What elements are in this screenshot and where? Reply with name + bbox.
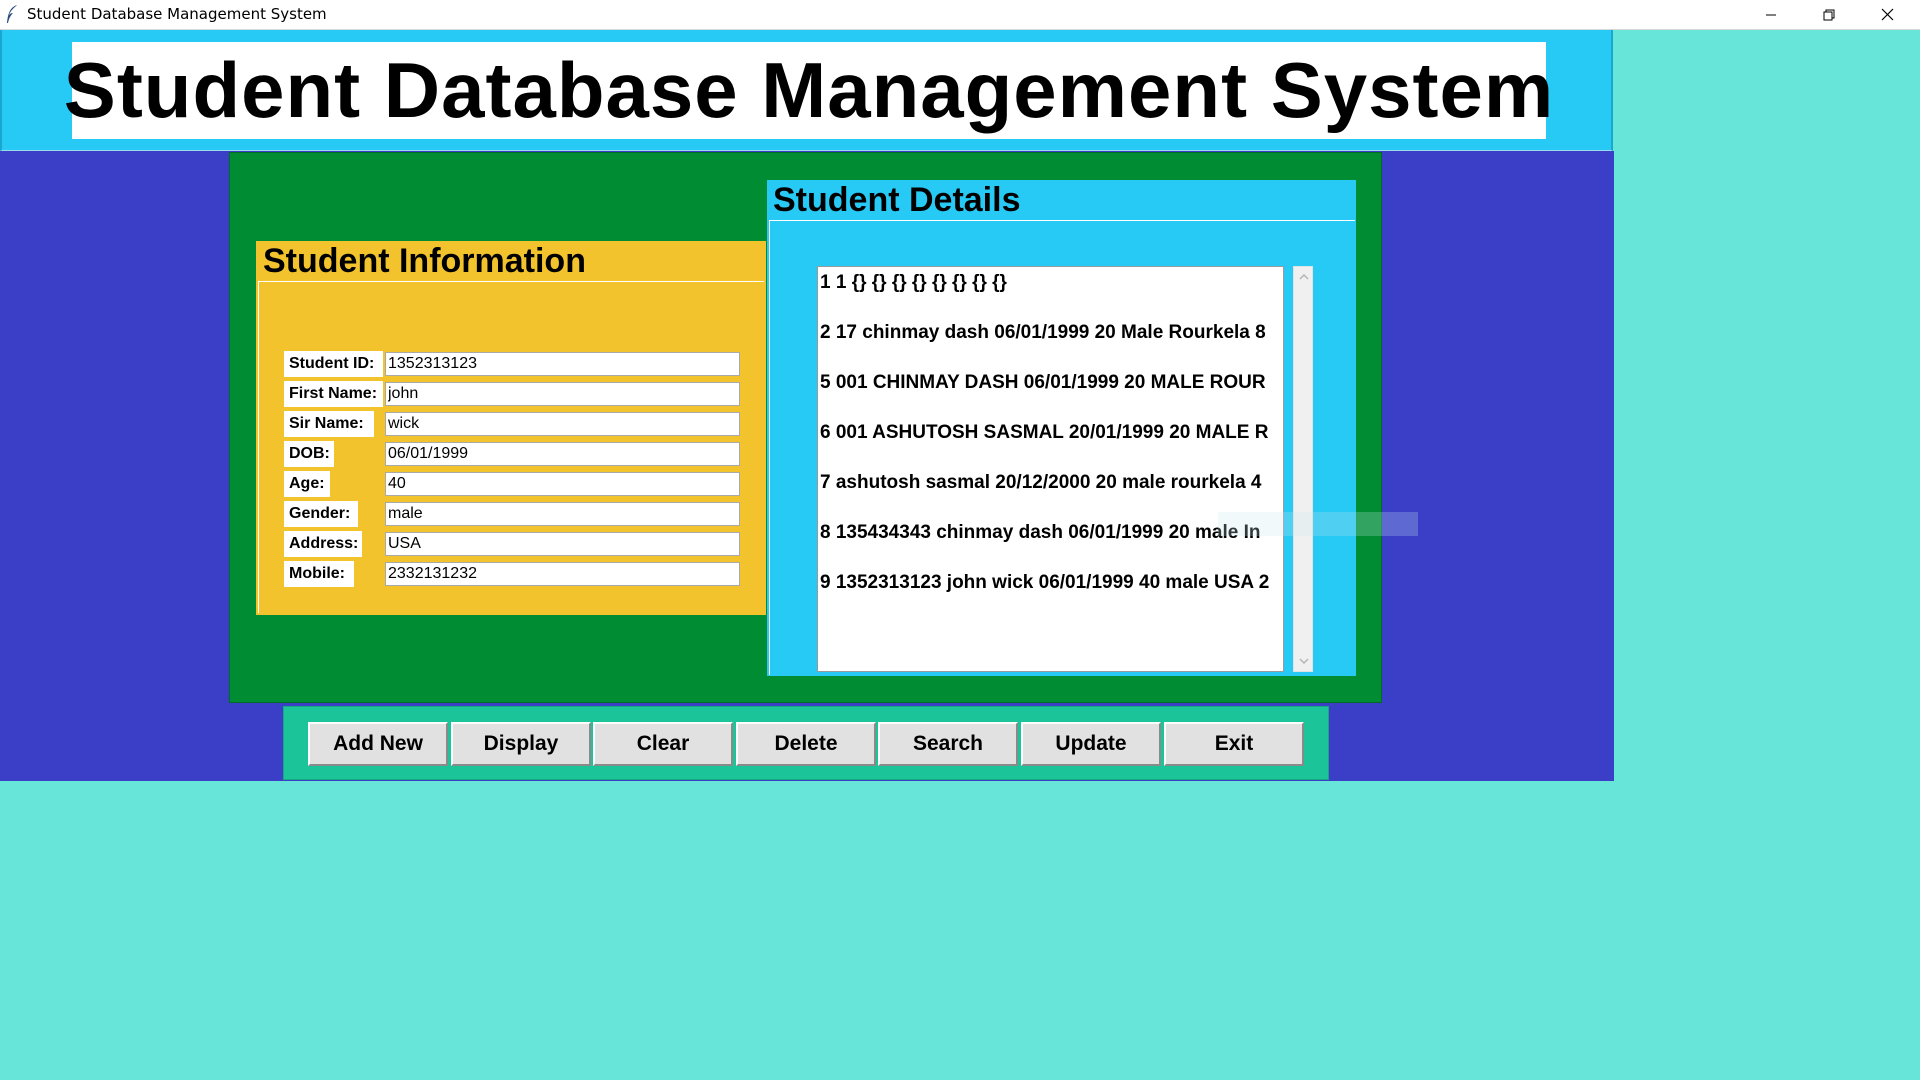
list-item[interactable]: 7 ashutosh sasmal 20/12/2000 20 male rou… [820,468,1262,498]
student-information-panel: Student Information Student ID: First Na… [256,241,766,615]
window-title: Student Database Management System [27,5,327,23]
dob-input[interactable] [385,442,740,466]
student-id-input[interactable] [385,352,740,376]
student-records-list[interactable]: 1 1 {} {} {} {} {} {} {} {} 2 17 chinmay… [817,266,1284,672]
age-label: Age: [284,471,330,497]
window-title-bar: Student Database Management System [0,0,1920,30]
close-icon [1881,8,1893,21]
list-item[interactable]: 1 1 {} {} {} {} {} {} {} {} [820,268,1007,298]
student-details-title: Student Details [773,180,1033,220]
sir-name-input[interactable] [385,412,740,436]
close-button[interactable] [1858,0,1916,29]
screen-snip-overlay [1218,512,1418,536]
chevron-down-icon[interactable] [1298,655,1310,667]
action-button-bar: Add New Display Clear Delete Search Upda… [283,706,1329,780]
records-scrollbar[interactable] [1293,266,1313,672]
dob-label: DOB: [284,441,334,467]
first-name-input[interactable] [385,382,740,406]
minimize-button[interactable] [1742,0,1800,29]
student-details-panel: Student Details 1 1 {} {} {} {} {} {} {}… [767,180,1356,676]
list-item[interactable]: 6 001 ASHUTOSH SASMAL 20/01/1999 20 MALE… [820,418,1268,448]
mobile-input[interactable] [385,562,740,586]
student-information-title: Student Information [263,241,598,281]
address-input[interactable] [385,532,740,556]
restore-button[interactable] [1800,0,1858,29]
list-item[interactable]: 9 1352313123 john wick 06/01/1999 40 mal… [820,568,1269,598]
exit-button[interactable]: Exit [1164,722,1304,766]
search-button[interactable]: Search [878,722,1018,766]
header-title-box: Student Database Management System [64,42,1553,139]
gender-input[interactable] [385,502,740,526]
first-name-label: First Name: [284,381,383,407]
gender-label: Gender: [284,501,358,527]
list-item[interactable]: 8 135434343 chinmay dash 06/01/1999 20 m… [820,518,1260,548]
update-button[interactable]: Update [1021,722,1161,766]
chevron-up-icon[interactable] [1298,271,1310,283]
page-title: Student Database Management System [63,46,1555,134]
sir-name-label: Sir Name: [284,411,374,437]
add-new-button[interactable]: Add New [308,722,448,766]
list-item[interactable]: 5 001 CHINMAY DASH 06/01/1999 20 MALE RO… [820,368,1266,398]
clear-button[interactable]: Clear [593,722,733,766]
student-id-label: Student ID: [284,351,383,377]
app-header: Student Database Management System [0,30,1613,151]
delete-button[interactable]: Delete [736,722,876,766]
minimize-icon [1766,14,1776,15]
restore-icon [1823,9,1835,20]
display-button[interactable]: Display [451,722,591,766]
list-item[interactable]: 2 17 chinmay dash 06/01/1999 20 Male Rou… [820,318,1266,348]
age-input[interactable] [385,472,740,496]
mobile-label: Mobile: [284,561,354,587]
address-label: Address: [284,531,362,557]
feather-icon [7,5,17,23]
